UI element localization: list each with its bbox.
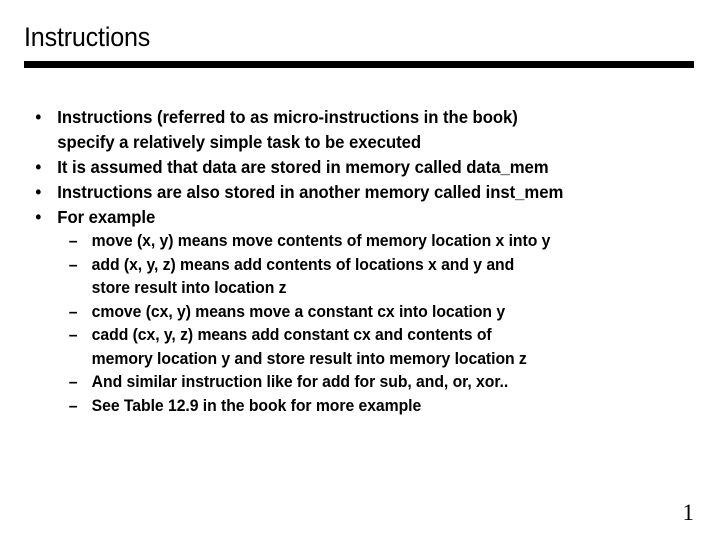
bullet-text: For example: [57, 207, 156, 227]
bullet-text: Instructions are also stored in another …: [57, 182, 564, 202]
bullet-text: memory location y and store result into …: [91, 349, 527, 368]
bullet-text: specify a relatively simple task to be e…: [57, 132, 422, 152]
bullet-dot-icon: •: [35, 207, 42, 227]
bullet-item-level1: • Instructions (referred to as micro-inst…: [0, 105, 688, 130]
bullet-text: Instructions (referred to as micro-instr…: [57, 107, 518, 127]
page-number: 1: [682, 500, 695, 525]
bullet-item-level1: • Instructions are also stored in another…: [0, 180, 688, 205]
bullet-item-level1: • It is assumed that data are stored in m…: [0, 155, 688, 180]
slide-canvas: Instructions • Instructions (referred to …: [0, 0, 720, 540]
bullet-text: cadd (cx, y, z) means add constant cx an…: [91, 326, 492, 344]
bullet-text: See Table 12.9 in the book for more exam…: [91, 396, 422, 415]
bullet-text: store result into location z: [91, 279, 287, 297]
bullet-dot-icon: •: [35, 157, 42, 177]
bullet-item-level2: – cmove (cx, y) means move a constant cx …: [0, 301, 688, 325]
bullet-dash-icon: –: [68, 232, 78, 250]
bullet-text: add (x, y, z) means add contents of loca…: [91, 255, 515, 274]
bullet-dot-icon: •: [35, 182, 42, 202]
bullet-item-level2: – And similar instruction like for add fo…: [0, 371, 688, 395]
bullet-dash-icon: –: [68, 326, 78, 344]
bullet-text: cmove (cx, y) means move a constant cx i…: [91, 302, 506, 321]
bullet-dash-icon: –: [68, 373, 78, 391]
slide-bullet-list: • Instructions (referred to as micro-inst…: [0, 105, 720, 418]
bullet-item-level2: – cadd (cx, y, z) means add constant cx a…: [0, 324, 688, 348]
bullet-item-level2: – See Table 12.9 in the book for more exa…: [0, 395, 688, 419]
bullet-continuation-line: store result into location z: [0, 277, 688, 301]
title-divider-rule: [24, 61, 694, 68]
bullet-dash-icon: –: [68, 396, 78, 415]
bullet-continuation-line: specify a relatively simple task to be e…: [0, 130, 688, 155]
bullet-dot-icon: •: [35, 107, 42, 127]
bullet-dash-icon: –: [68, 255, 78, 274]
bullet-text: It is assumed that data are stored in me…: [57, 157, 549, 177]
bullet-text: And similar instruction like for add for…: [91, 373, 509, 391]
page-title: Instructions: [24, 22, 151, 52]
bullet-text: move (x, y) means move contents of memor…: [91, 232, 551, 250]
bullet-item-level2: – move (x, y) means move contents of memo…: [0, 230, 688, 254]
bullet-dash-icon: –: [68, 302, 78, 321]
bullet-item-level1: • For example: [0, 205, 688, 230]
bullet-item-level2: – add (x, y, z) means add contents of loc…: [0, 254, 688, 278]
bullet-continuation-line: memory location y and store result into …: [0, 348, 688, 372]
